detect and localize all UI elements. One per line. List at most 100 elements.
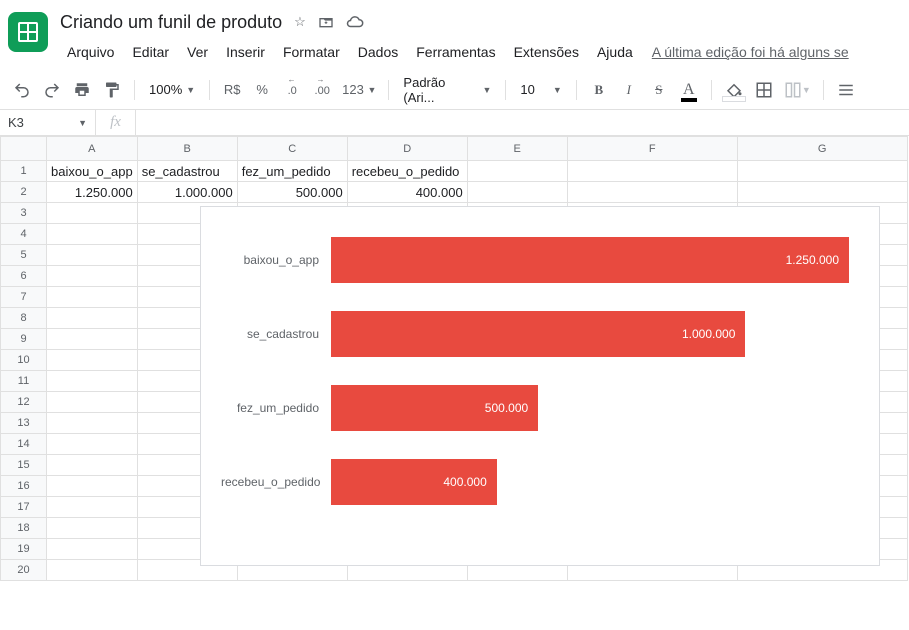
cell[interactable] [47, 539, 138, 560]
row-header[interactable]: 3 [1, 203, 47, 224]
row-header[interactable]: 1 [1, 161, 47, 182]
cell-B2[interactable]: 1.000.000 [137, 182, 237, 203]
cell[interactable] [47, 560, 138, 581]
strikethrough-button[interactable]: S [645, 76, 673, 104]
row-header[interactable]: 12 [1, 392, 47, 413]
menu-ferramentas[interactable]: Ferramentas [409, 42, 502, 62]
chevron-down-icon: ▼ [186, 85, 195, 95]
cell[interactable] [737, 161, 907, 182]
cell-A2[interactable]: 1.250.000 [47, 182, 138, 203]
undo-button[interactable] [8, 76, 36, 104]
menu-extensoes[interactable]: Extensões [507, 42, 586, 62]
menu-inserir[interactable]: Inserir [219, 42, 272, 62]
cell[interactable] [47, 455, 138, 476]
print-button[interactable] [68, 76, 96, 104]
cell[interactable] [47, 392, 138, 413]
fill-color-button[interactable] [720, 76, 748, 104]
cell[interactable] [47, 266, 138, 287]
cell[interactable] [47, 203, 138, 224]
sheets-logo[interactable] [8, 12, 48, 52]
chart-bar-label: baixou_o_app [221, 253, 331, 267]
move-icon[interactable] [318, 14, 334, 30]
row-header[interactable]: 19 [1, 539, 47, 560]
star-icon[interactable]: ☆ [294, 14, 306, 30]
font-select[interactable]: Padrão (Ari...▼ [397, 75, 497, 105]
cell[interactable] [567, 182, 737, 203]
name-box[interactable]: K3▼ [0, 110, 96, 135]
cell[interactable] [47, 413, 138, 434]
col-header-E[interactable]: E [467, 137, 567, 161]
merge-button[interactable]: ▼ [780, 76, 815, 104]
cell[interactable] [47, 308, 138, 329]
last-edit-link[interactable]: A última edição foi há alguns se [652, 44, 849, 60]
col-header-B[interactable]: B [137, 137, 237, 161]
cell[interactable] [567, 161, 737, 182]
cloud-icon[interactable] [346, 14, 364, 30]
cell[interactable] [47, 329, 138, 350]
col-header-G[interactable]: G [737, 137, 907, 161]
row-header[interactable]: 14 [1, 434, 47, 455]
col-header-D[interactable]: D [347, 137, 467, 161]
cell[interactable] [467, 182, 567, 203]
number-format-button[interactable]: 123 ▼ [338, 76, 380, 104]
font-size-select[interactable]: 10▼ [514, 82, 567, 97]
formula-input[interactable] [136, 110, 909, 135]
cell[interactable] [47, 287, 138, 308]
col-header-A[interactable]: A [47, 137, 138, 161]
text-color-button[interactable]: A [675, 76, 703, 104]
row-header[interactable]: 2 [1, 182, 47, 203]
cell[interactable] [47, 497, 138, 518]
cell-B1[interactable]: se_cadastrou [137, 161, 237, 182]
row-header[interactable]: 5 [1, 245, 47, 266]
row-header[interactable]: 4 [1, 224, 47, 245]
row-header[interactable]: 8 [1, 308, 47, 329]
row-header[interactable]: 17 [1, 497, 47, 518]
cell[interactable] [47, 245, 138, 266]
align-button[interactable] [832, 76, 860, 104]
increase-decimal-button[interactable]: .00→ [308, 76, 336, 104]
percent-button[interactable]: % [248, 76, 276, 104]
row-header[interactable]: 7 [1, 287, 47, 308]
menu-ver[interactable]: Ver [180, 42, 215, 62]
cell[interactable] [47, 434, 138, 455]
embedded-chart[interactable]: baixou_o_app 1.250.000 se_cadastrou 1.00… [200, 206, 880, 566]
decrease-decimal-button[interactable]: .0← [278, 76, 306, 104]
row-header[interactable]: 20 [1, 560, 47, 581]
menu-arquivo[interactable]: Arquivo [60, 42, 121, 62]
row-header[interactable]: 6 [1, 266, 47, 287]
cell-D1[interactable]: recebeu_o_pedido [347, 161, 467, 182]
menu-editar[interactable]: Editar [125, 42, 176, 62]
bold-button[interactable]: B [585, 76, 613, 104]
currency-button[interactable]: R$ [218, 76, 246, 104]
menu-formatar[interactable]: Formatar [276, 42, 347, 62]
paint-format-button[interactable] [98, 76, 126, 104]
cell[interactable] [47, 224, 138, 245]
italic-button[interactable]: I [615, 76, 643, 104]
row-header[interactable]: 16 [1, 476, 47, 497]
row-header[interactable]: 10 [1, 350, 47, 371]
row-header[interactable]: 15 [1, 455, 47, 476]
document-title[interactable]: Criando um funil de produto [60, 12, 282, 33]
cell[interactable] [737, 182, 907, 203]
row-header[interactable]: 9 [1, 329, 47, 350]
cell-D2[interactable]: 400.000 [347, 182, 467, 203]
row-header[interactable]: 11 [1, 371, 47, 392]
col-header-F[interactable]: F [567, 137, 737, 161]
select-all-corner[interactable] [1, 137, 47, 161]
zoom-select[interactable]: 100%▼ [143, 82, 201, 97]
cell[interactable] [47, 518, 138, 539]
col-header-C[interactable]: C [237, 137, 347, 161]
borders-button[interactable] [750, 76, 778, 104]
row-header[interactable]: 13 [1, 413, 47, 434]
redo-button[interactable] [38, 76, 66, 104]
cell-C1[interactable]: fez_um_pedido [237, 161, 347, 182]
cell[interactable] [47, 371, 138, 392]
menu-dados[interactable]: Dados [351, 42, 405, 62]
cell-C2[interactable]: 500.000 [237, 182, 347, 203]
row-header[interactable]: 18 [1, 518, 47, 539]
menu-ajuda[interactable]: Ajuda [590, 42, 640, 62]
cell-A1[interactable]: baixou_o_app [47, 161, 138, 182]
cell[interactable] [47, 350, 138, 371]
cell[interactable] [467, 161, 567, 182]
cell[interactable] [47, 476, 138, 497]
